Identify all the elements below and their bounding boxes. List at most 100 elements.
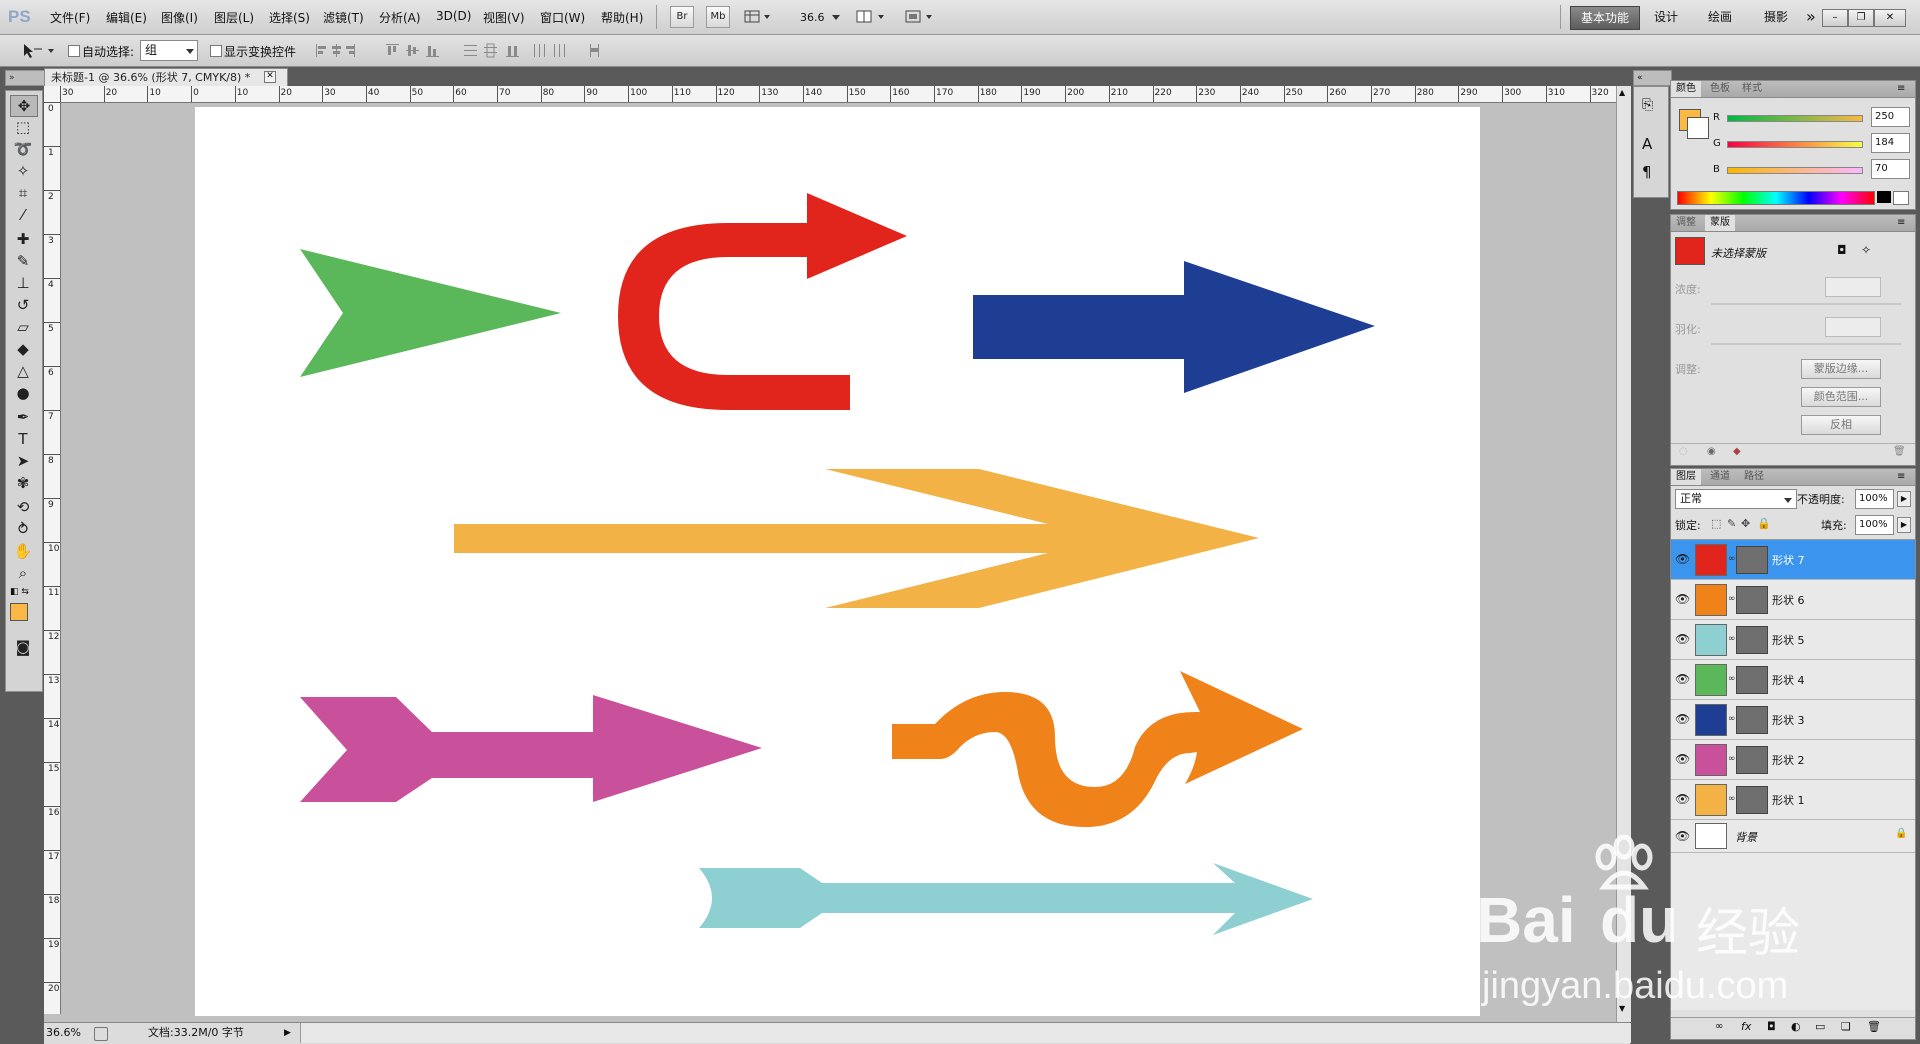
arrange-documents-button[interactable] bbox=[856, 9, 890, 25]
clone-stamp-tool[interactable]: ⊥ bbox=[10, 273, 36, 293]
eye-icon[interactable]: 👁 bbox=[1675, 552, 1690, 566]
paint-bucket-tool[interactable]: ◆ bbox=[10, 339, 36, 359]
menu-window[interactable]: 窗口(W) bbox=[540, 9, 585, 26]
eye-icon[interactable]: 👁 bbox=[1675, 792, 1690, 806]
3d-rotate-tool[interactable]: ⟲ bbox=[10, 497, 36, 517]
tab-adjustments[interactable]: 调整 bbox=[1671, 215, 1701, 231]
fill-arrow[interactable]: ▶ bbox=[1897, 517, 1911, 533]
auto-select-dropdown[interactable]: 组 bbox=[140, 40, 198, 61]
r-value[interactable]: 250 bbox=[1871, 107, 1910, 127]
vector-mask-thumbnail[interactable] bbox=[1736, 746, 1768, 774]
screen-mode-button[interactable] bbox=[904, 9, 938, 25]
status-zoom[interactable]: 36.6% bbox=[46, 1023, 81, 1043]
tab-paths[interactable]: 路径 bbox=[1739, 469, 1769, 485]
layer-row-shape6[interactable]: 👁 ∞ 形状 6 bbox=[1671, 580, 1915, 620]
horizontal-scrollbar[interactable] bbox=[300, 1023, 1631, 1043]
canvas[interactable] bbox=[195, 107, 1480, 1016]
density-slider[interactable] bbox=[1711, 303, 1901, 305]
menu-3d[interactable]: 3D(D) bbox=[436, 9, 471, 23]
opacity-value[interactable]: 100% bbox=[1855, 489, 1894, 509]
layer-row-shape7[interactable]: 👁 ∞ 形状 7 bbox=[1671, 540, 1915, 580]
pen-tool[interactable]: ✒ bbox=[10, 407, 36, 427]
shape-tool[interactable]: ✾ bbox=[10, 473, 36, 493]
move-tool[interactable]: ✥ bbox=[10, 95, 38, 117]
zoom-tool[interactable]: ⌕ bbox=[10, 563, 36, 583]
workspace-design[interactable]: 设计 bbox=[1644, 6, 1688, 28]
status-menu-arrow[interactable]: ▶ bbox=[284, 1023, 291, 1043]
lock-position-icon[interactable]: ✥ bbox=[1741, 517, 1750, 530]
auto-select-checkbox[interactable] bbox=[68, 45, 80, 57]
menu-image[interactable]: 图像(I) bbox=[161, 9, 198, 26]
tool-preset-picker[interactable] bbox=[20, 41, 56, 61]
minimize-button[interactable]: – bbox=[1822, 9, 1848, 27]
new-group-icon[interactable]: ▭ bbox=[1815, 1020, 1825, 1033]
feather-input[interactable] bbox=[1825, 317, 1881, 337]
tab-styles[interactable]: 样式 bbox=[1737, 81, 1767, 97]
menu-filter[interactable]: 滤镜(T) bbox=[323, 9, 364, 26]
link-layers-icon[interactable]: ∞ bbox=[1715, 1021, 1723, 1032]
opacity-arrow[interactable]: ▶ bbox=[1897, 491, 1911, 507]
marquee-tool[interactable]: ⬚ bbox=[10, 117, 36, 137]
g-slider[interactable] bbox=[1727, 141, 1863, 148]
tools-panel-header[interactable]: » bbox=[5, 70, 48, 86]
menu-view[interactable]: 视图(V) bbox=[483, 9, 525, 26]
history-icon[interactable]: ⎘ bbox=[1642, 97, 1653, 113]
zoom-dropdown-arrow[interactable] bbox=[831, 10, 841, 24]
layer-row-shape1[interactable]: 👁 ∞ 形状 1 bbox=[1671, 780, 1915, 820]
layer-row-shape4[interactable]: 👁 ∞ 形状 4 bbox=[1671, 660, 1915, 700]
feather-slider[interactable] bbox=[1711, 343, 1901, 345]
show-transform-checkbox[interactable] bbox=[210, 45, 222, 57]
eye-icon[interactable]: 👁 bbox=[1675, 829, 1690, 843]
more-workspaces-button[interactable]: » bbox=[1806, 7, 1816, 26]
mask-thumbnail[interactable] bbox=[1675, 237, 1705, 265]
dodge-tool[interactable]: ● bbox=[10, 383, 36, 403]
crop-tool[interactable]: ⌗ bbox=[10, 183, 36, 203]
bridge-button[interactable]: Br bbox=[670, 6, 694, 28]
lock-all-icon[interactable]: 🔒 bbox=[1757, 517, 1771, 530]
tab-layers[interactable]: 图层 bbox=[1671, 469, 1701, 485]
trash-icon[interactable]: 🗑 bbox=[1893, 446, 1906, 457]
document-tab[interactable]: 未标题-1 @ 36.6% (形状 7, CMYK/8) * bbox=[44, 68, 288, 87]
ruler-origin[interactable] bbox=[44, 86, 61, 103]
dock-collapse-button[interactable]: « bbox=[1633, 70, 1672, 86]
brush-tool[interactable]: ✎ bbox=[10, 251, 36, 271]
eyedropper-tool[interactable]: ⁄ bbox=[10, 205, 36, 225]
lock-pixels-icon[interactable]: ✎ bbox=[1727, 517, 1736, 530]
color-spectrum-ramp[interactable] bbox=[1677, 191, 1875, 205]
zoom-level[interactable]: 36.6 bbox=[800, 11, 825, 24]
tab-color[interactable]: 颜色 bbox=[1671, 81, 1701, 97]
new-layer-icon[interactable]: ❏ bbox=[1841, 1020, 1851, 1033]
fill-value[interactable]: 100% bbox=[1855, 515, 1894, 535]
history-brush-tool[interactable]: ↺ bbox=[10, 295, 36, 315]
layer-row-shape2[interactable]: 👁 ∞ 形状 2 bbox=[1671, 740, 1915, 780]
b-slider[interactable] bbox=[1727, 167, 1863, 174]
layer-row-shape5[interactable]: 👁 ∞ 形状 5 bbox=[1671, 620, 1915, 660]
vector-mask-thumbnail[interactable] bbox=[1736, 586, 1768, 614]
vector-mask-thumbnail[interactable] bbox=[1736, 626, 1768, 654]
layer-row-shape3[interactable]: 👁 ∞ 形状 3 bbox=[1671, 700, 1915, 740]
eye-icon[interactable]: 👁 bbox=[1675, 632, 1690, 646]
delete-layer-icon[interactable]: 🗑 bbox=[1867, 1020, 1881, 1033]
healing-brush-tool[interactable]: ✚ bbox=[10, 229, 36, 249]
tab-channels[interactable]: 通道 bbox=[1705, 469, 1735, 485]
vector-mask-thumbnail[interactable] bbox=[1736, 786, 1768, 814]
vector-mask-thumbnail[interactable] bbox=[1736, 666, 1768, 694]
g-value[interactable]: 184 bbox=[1871, 133, 1910, 153]
mini-bridge-button[interactable]: Mb bbox=[706, 6, 730, 28]
hand-tool[interactable]: ✋ bbox=[10, 541, 36, 561]
menu-analysis[interactable]: 分析(A) bbox=[379, 9, 421, 26]
visibility-icon[interactable]: ◉ bbox=[1707, 446, 1716, 457]
lock-transparency-icon[interactable]: ⬚ bbox=[1711, 517, 1721, 530]
document-close-button[interactable]: ✕ bbox=[264, 71, 276, 83]
workspace-painting[interactable]: 绘画 bbox=[1698, 6, 1742, 28]
density-input[interactable] bbox=[1825, 277, 1881, 297]
load-selection-icon[interactable]: ◌ bbox=[1679, 446, 1688, 457]
workspace-essentials[interactable]: 基本功能 bbox=[1570, 6, 1641, 30]
view-extras-button[interactable] bbox=[744, 9, 772, 25]
horizontal-ruler[interactable]: 30 20 10 0 10 20 30 40 50 60 70 80 90 100 110 120 130 140… bbox=[60, 86, 1616, 103]
vector-mask-thumbnail[interactable] bbox=[1736, 706, 1768, 734]
type-tool[interactable]: T bbox=[10, 429, 36, 449]
ramp-white-swatch[interactable] bbox=[1893, 191, 1909, 205]
layer-row-background[interactable]: 👁 背景 🔒 bbox=[1671, 820, 1915, 853]
quick-mask-button[interactable]: ◙ bbox=[10, 637, 36, 657]
